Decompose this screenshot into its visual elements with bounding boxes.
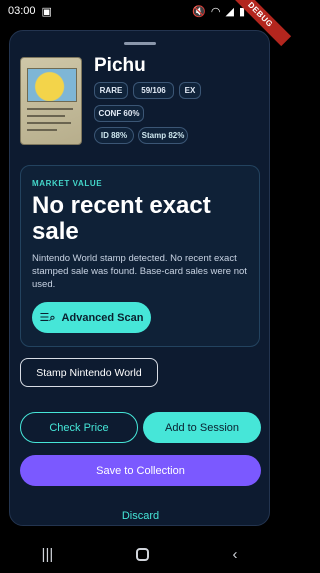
status-time: 03:00 xyxy=(8,5,36,17)
market-value-description: Nintendo World stamp detected. No recent… xyxy=(32,253,247,290)
add-to-session-button[interactable]: Add to Session xyxy=(143,412,261,443)
market-value-label: MARKET VALUE xyxy=(32,179,103,188)
recent-apps-icon[interactable]: ||| xyxy=(42,546,54,563)
signal-icon: ◢ xyxy=(225,5,234,18)
discard-button[interactable]: Discard xyxy=(20,507,261,525)
market-value-panel: MARKET VALUE No recent exact sale Ninten… xyxy=(20,165,260,347)
stamp-nintendo-world-button[interactable]: Stamp Nintendo World xyxy=(20,358,158,387)
market-value-headline: No recent exact sale xyxy=(32,192,211,245)
wifi-icon: ◠ xyxy=(210,5,221,18)
status-icons: 🔇 ◠ ◢ ▮ xyxy=(192,5,245,18)
card-image[interactable] xyxy=(20,57,82,145)
id-score-badge: ID 88% xyxy=(94,127,134,144)
card-name: Pichu xyxy=(94,55,146,76)
confidence-badge: CONF 60% xyxy=(94,105,144,122)
system-nav-bar: ||| ‹ xyxy=(0,536,279,573)
card-art-thumbnail xyxy=(27,68,77,102)
status-bar: 03:00 ▣ 🔇 ◠ ◢ ▮ xyxy=(0,0,279,22)
back-icon[interactable]: ‹ xyxy=(232,546,237,563)
rarity-badge: RARE xyxy=(94,82,128,99)
card-number-badge: 59/106 xyxy=(133,82,174,99)
scan-search-icon: ☰⌕ xyxy=(39,311,56,324)
stamp-score-badge: Stamp 82% xyxy=(138,127,188,144)
check-price-button[interactable]: Check Price xyxy=(20,412,138,443)
advanced-scan-button[interactable]: ☰⌕ Advanced Scan xyxy=(32,302,151,333)
scan-result-sheet: Pichu RARE 59/106 EX CONF 60% ID 88% Sta… xyxy=(9,30,270,526)
advanced-scan-label: Advanced Scan xyxy=(61,311,144,324)
gallery-notification-icon: ▣ xyxy=(41,5,52,18)
set-badge: EX xyxy=(179,82,201,99)
save-to-collection-button[interactable]: Save to Collection xyxy=(20,455,261,486)
mute-icon: 🔇 xyxy=(192,5,206,18)
drag-handle[interactable] xyxy=(124,42,156,45)
home-icon[interactable] xyxy=(136,548,150,561)
